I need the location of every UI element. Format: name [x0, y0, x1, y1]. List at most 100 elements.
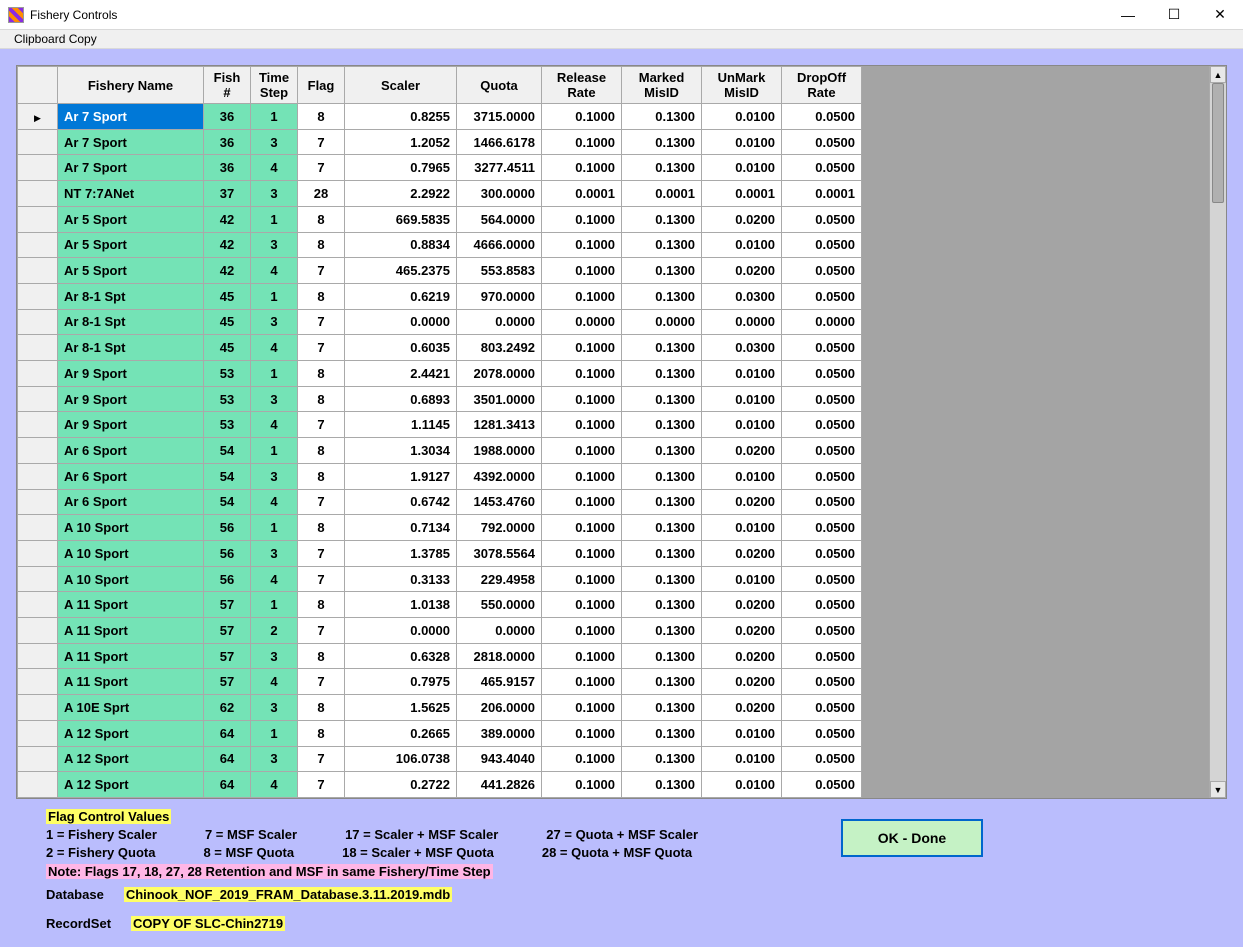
cell-fish-number[interactable]: 36 [204, 129, 251, 155]
cell-flag[interactable]: 7 [298, 155, 345, 181]
cell-flag[interactable]: 7 [298, 540, 345, 566]
cell-time-step[interactable]: 3 [251, 746, 298, 772]
cell-scaler[interactable]: 1.9127 [345, 463, 457, 489]
cell-unmark-misid[interactable]: 0.0200 [702, 206, 782, 232]
cell-quota[interactable]: 3277.4511 [457, 155, 542, 181]
cell-dropoff-rate[interactable]: 0.0500 [782, 283, 862, 309]
col-fishery-name[interactable]: Fishery Name [58, 67, 204, 104]
cell-time-step[interactable]: 4 [251, 412, 298, 438]
cell-quota[interactable]: 0.0000 [457, 618, 542, 644]
cell-quota[interactable]: 2078.0000 [457, 361, 542, 387]
cell-fishery-name[interactable]: Ar 5 Sport [58, 206, 204, 232]
cell-fishery-name[interactable]: A 12 Sport [58, 720, 204, 746]
cell-fishery-name[interactable]: Ar 6 Sport [58, 463, 204, 489]
cell-fish-number[interactable]: 42 [204, 206, 251, 232]
cell-flag[interactable]: 7 [298, 669, 345, 695]
row-header[interactable] [18, 104, 58, 130]
table-row[interactable]: Ar 7 Sport36180.82553715.00000.10000.130… [18, 104, 862, 130]
cell-fish-number[interactable]: 54 [204, 463, 251, 489]
cell-fish-number[interactable]: 64 [204, 720, 251, 746]
cell-fishery-name[interactable]: Ar 7 Sport [58, 155, 204, 181]
cell-release-rate[interactable]: 0.1000 [542, 669, 622, 695]
cell-marked-misid[interactable]: 0.1300 [622, 772, 702, 798]
table-row[interactable]: A 11 Sport57380.63282818.00000.10000.130… [18, 643, 862, 669]
cell-fish-number[interactable]: 54 [204, 489, 251, 515]
cell-fishery-name[interactable]: A 10E Sprt [58, 695, 204, 721]
row-header[interactable] [18, 335, 58, 361]
row-header[interactable] [18, 618, 58, 644]
cell-release-rate[interactable]: 0.1000 [542, 463, 622, 489]
row-header[interactable] [18, 720, 58, 746]
cell-release-rate[interactable]: 0.1000 [542, 566, 622, 592]
cell-marked-misid[interactable]: 0.1300 [622, 643, 702, 669]
cell-fish-number[interactable]: 57 [204, 618, 251, 644]
cell-quota[interactable]: 4392.0000 [457, 463, 542, 489]
cell-fish-number[interactable]: 45 [204, 309, 251, 335]
cell-time-step[interactable]: 1 [251, 438, 298, 464]
col-unmark-misid[interactable]: UnMark MisID [702, 67, 782, 104]
cell-fish-number[interactable]: 56 [204, 566, 251, 592]
cell-dropoff-rate[interactable]: 0.0500 [782, 720, 862, 746]
scroll-track[interactable] [1210, 83, 1226, 781]
cell-dropoff-rate[interactable]: 0.0500 [782, 129, 862, 155]
cell-marked-misid[interactable]: 0.1300 [622, 412, 702, 438]
cell-time-step[interactable]: 4 [251, 772, 298, 798]
cell-release-rate[interactable]: 0.1000 [542, 515, 622, 541]
cell-time-step[interactable]: 1 [251, 515, 298, 541]
cell-fishery-name[interactable]: Ar 8-1 Spt [58, 335, 204, 361]
cell-scaler[interactable]: 1.3785 [345, 540, 457, 566]
cell-dropoff-rate[interactable]: 0.0500 [782, 643, 862, 669]
cell-flag[interactable]: 8 [298, 592, 345, 618]
cell-dropoff-rate[interactable]: 0.0500 [782, 540, 862, 566]
cell-release-rate[interactable]: 0.1000 [542, 283, 622, 309]
cell-unmark-misid[interactable]: 0.0100 [702, 232, 782, 258]
cell-dropoff-rate[interactable]: 0.0500 [782, 772, 862, 798]
cell-unmark-misid[interactable]: 0.0200 [702, 618, 782, 644]
cell-marked-misid[interactable]: 0.1300 [622, 720, 702, 746]
cell-scaler[interactable]: 465.2375 [345, 258, 457, 284]
row-header[interactable] [18, 309, 58, 335]
cell-release-rate[interactable]: 0.1000 [542, 540, 622, 566]
cell-flag[interactable]: 8 [298, 232, 345, 258]
cell-scaler[interactable]: 0.2665 [345, 720, 457, 746]
cell-fish-number[interactable]: 45 [204, 335, 251, 361]
cell-flag[interactable]: 28 [298, 181, 345, 207]
cell-fish-number[interactable]: 57 [204, 643, 251, 669]
cell-release-rate[interactable]: 0.1000 [542, 438, 622, 464]
cell-dropoff-rate[interactable]: 0.0001 [782, 181, 862, 207]
cell-dropoff-rate[interactable]: 0.0500 [782, 463, 862, 489]
cell-fishery-name[interactable]: Ar 9 Sport [58, 386, 204, 412]
cell-fishery-name[interactable]: A 11 Sport [58, 592, 204, 618]
cell-quota[interactable]: 3078.5564 [457, 540, 542, 566]
cell-flag[interactable]: 8 [298, 283, 345, 309]
cell-fish-number[interactable]: 57 [204, 592, 251, 618]
cell-dropoff-rate[interactable]: 0.0500 [782, 258, 862, 284]
cell-unmark-misid[interactable]: 0.0200 [702, 695, 782, 721]
cell-fishery-name[interactable]: Ar 7 Sport [58, 104, 204, 130]
cell-dropoff-rate[interactable]: 0.0500 [782, 386, 862, 412]
cell-flag[interactable]: 7 [298, 772, 345, 798]
cell-quota[interactable]: 441.2826 [457, 772, 542, 798]
table-row[interactable]: Ar 7 Sport36371.20521466.61780.10000.130… [18, 129, 862, 155]
cell-release-rate[interactable]: 0.1000 [542, 772, 622, 798]
cell-marked-misid[interactable]: 0.1300 [622, 206, 702, 232]
cell-release-rate[interactable]: 0.1000 [542, 129, 622, 155]
table-row[interactable]: A 12 Sport6437106.0738943.40400.10000.13… [18, 746, 862, 772]
cell-unmark-misid[interactable]: 0.0100 [702, 361, 782, 387]
row-header[interactable] [18, 772, 58, 798]
cell-release-rate[interactable]: 0.1000 [542, 104, 622, 130]
cell-scaler[interactable]: 2.2922 [345, 181, 457, 207]
col-marked-misid[interactable]: Marked MisID [622, 67, 702, 104]
cell-release-rate[interactable]: 0.1000 [542, 386, 622, 412]
cell-fish-number[interactable]: 37 [204, 181, 251, 207]
table-row[interactable]: Ar 9 Sport53182.44212078.00000.10000.130… [18, 361, 862, 387]
cell-unmark-misid[interactable]: 0.0200 [702, 592, 782, 618]
cell-flag[interactable]: 7 [298, 566, 345, 592]
cell-flag[interactable]: 8 [298, 720, 345, 746]
cell-fishery-name[interactable]: A 10 Sport [58, 566, 204, 592]
cell-fish-number[interactable]: 62 [204, 695, 251, 721]
cell-release-rate[interactable]: 0.1000 [542, 592, 622, 618]
cell-quota[interactable]: 4666.0000 [457, 232, 542, 258]
cell-quota[interactable]: 1988.0000 [457, 438, 542, 464]
cell-dropoff-rate[interactable]: 0.0500 [782, 515, 862, 541]
